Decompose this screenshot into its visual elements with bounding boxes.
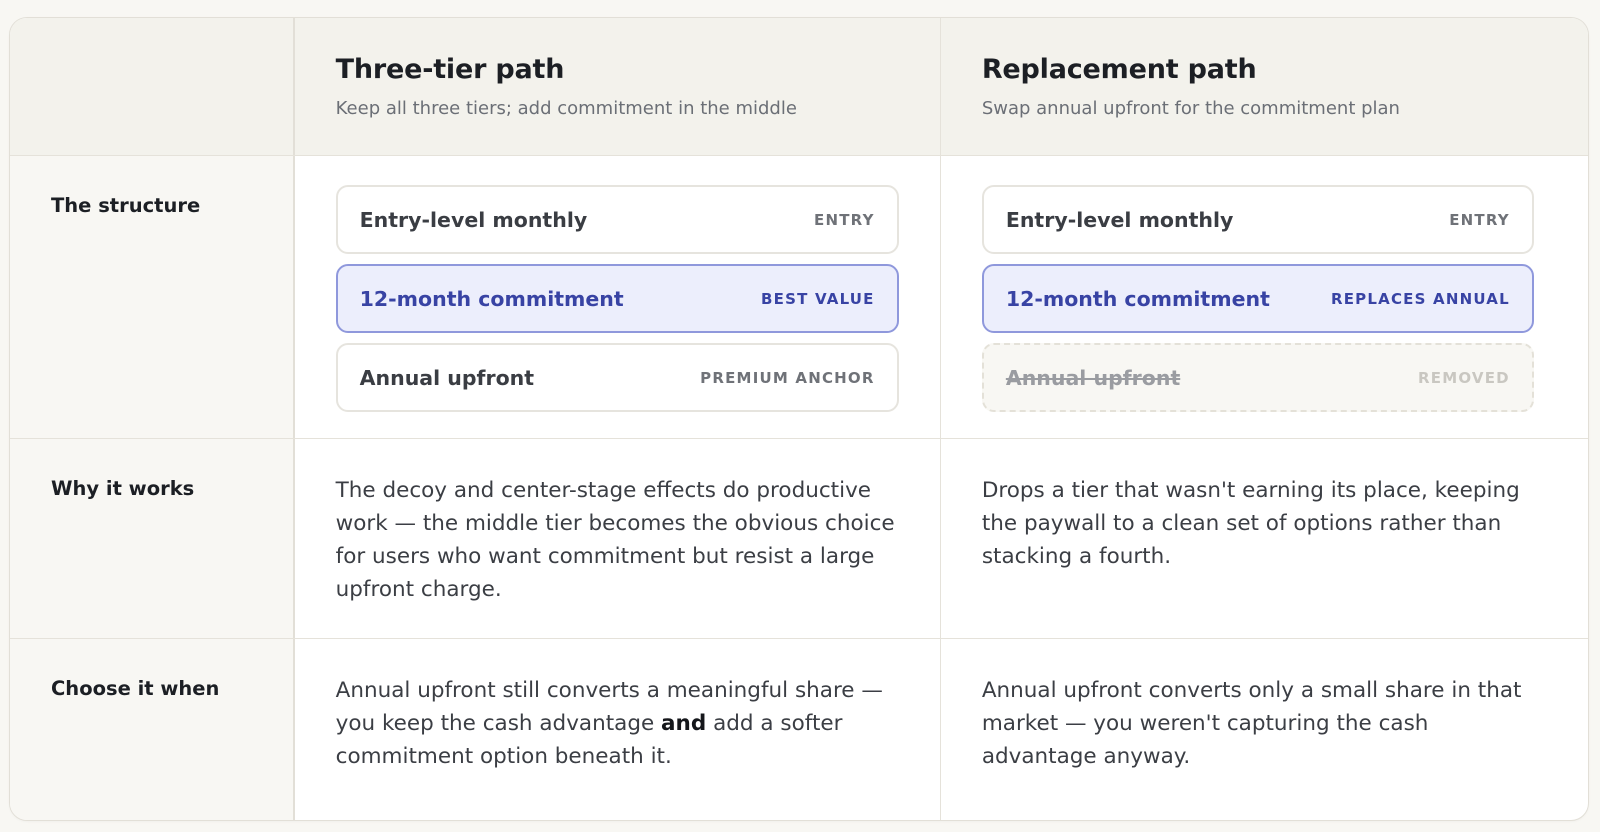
header-empty-cell — [10, 18, 295, 155]
tier-badge: REPLACES ANNUAL — [1330, 289, 1510, 308]
why-text: The decoy and center-stage effects do pr… — [335, 478, 895, 602]
row-label: The structure — [51, 194, 201, 217]
tier-name: 12-month commitment — [1005, 286, 1270, 311]
tier-name: Annual upfront — [359, 365, 535, 390]
tier-badge: BEST VALUE — [761, 289, 875, 308]
tier-badge: ENTRY — [814, 210, 875, 229]
tier-name: Entry-level monthly — [1005, 207, 1234, 232]
choose-text-emphasis: and — [661, 711, 707, 736]
structure-row: The structure Entry-level monthly ENTRY … — [10, 156, 1588, 439]
tier-card-commitment: 12-month commitment BEST VALUE — [335, 264, 899, 333]
tier-card-entry: Entry-level monthly ENTRY — [981, 185, 1534, 254]
tier-badge: REMOVED — [1418, 368, 1510, 387]
replacement-structure-cell: Entry-level monthly ENTRY 12-month commi… — [941, 156, 1588, 438]
choose-row: Choose it when Annual upfront still conv… — [10, 639, 1588, 820]
header-row: Three-tier path Keep all three tiers; ad… — [10, 18, 1588, 156]
three-tier-structure-cell: Entry-level monthly ENTRY 12-month commi… — [295, 156, 941, 438]
tier-name: Entry-level monthly — [359, 207, 588, 232]
row-label-cell: Choose it when — [10, 639, 295, 820]
three-tier-choose-cell: Annual upfront still converts a meaningf… — [295, 639, 941, 820]
tier-card-entry: Entry-level monthly ENTRY — [335, 185, 899, 254]
tier-badge: PREMIUM ANCHOR — [700, 368, 875, 387]
replacement-choose-cell: Annual upfront converts only a small sha… — [941, 639, 1588, 820]
choose-text: Annual upfront still converts a meaningf… — [336, 674, 901, 773]
row-label-cell: The structure — [10, 156, 295, 438]
three-tier-why-cell: The decoy and center-stage effects do pr… — [295, 439, 941, 638]
column-title: Three-tier path — [335, 54, 565, 85]
row-label-cell: Why it works — [10, 439, 295, 638]
tier-card-annual: Annual upfront PREMIUM ANCHOR — [335, 343, 899, 412]
column-title: Replacement path — [981, 54, 1257, 85]
replacement-why-cell: Drops a tier that wasn't earning its pla… — [941, 439, 1588, 638]
row-label: Why it works — [51, 477, 195, 500]
why-text: Drops a tier that wasn't earning its pla… — [981, 478, 1520, 569]
choose-text: Annual upfront converts only a small sha… — [981, 678, 1522, 769]
header-three-tier: Three-tier path Keep all three tiers; ad… — [294, 18, 941, 155]
tier-badge: ENTRY — [1449, 210, 1510, 229]
tier-card-commitment: 12-month commitment REPLACES ANNUAL — [981, 264, 1534, 333]
tier-name: Annual upfront — [1005, 365, 1181, 390]
row-label: Choose it when — [51, 677, 220, 700]
why-row: Why it works The decoy and center-stage … — [10, 439, 1588, 639]
header-replacement: Replacement path Swap annual upfront for… — [940, 18, 1588, 155]
column-subtitle: Keep all three tiers; add commitment in … — [335, 98, 797, 119]
tier-name: 12-month commitment — [359, 286, 624, 311]
tier-card-annual-removed: Annual upfront REMOVED — [981, 343, 1534, 412]
comparison-table: Three-tier path Keep all three tiers; ad… — [9, 17, 1589, 821]
column-subtitle: Swap annual upfront for the commitment p… — [981, 98, 1400, 119]
